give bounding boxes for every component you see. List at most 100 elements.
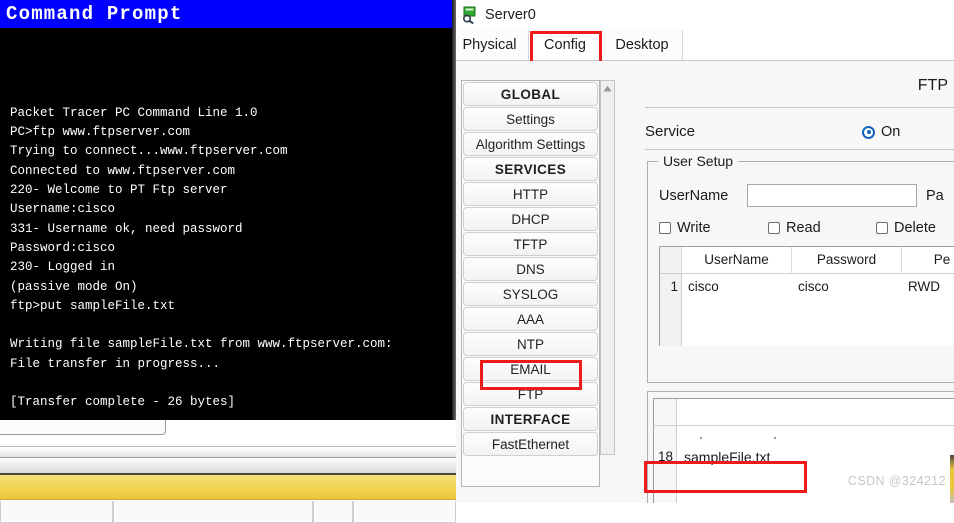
sidebar-item-email[interactable]: EMAIL <box>463 357 598 381</box>
delete-checkbox[interactable] <box>876 222 888 234</box>
command-prompt-output[interactable]: Packet Tracer PC Command Line 1.0 PC>ftp … <box>0 28 456 420</box>
terminal-line: [Transfer complete - 26 bytes] <box>10 395 236 410</box>
packet-tracer-background-chrome <box>0 420 456 523</box>
users-column-permission[interactable]: Pe <box>902 247 954 273</box>
terminal-line: Password:cisco <box>10 240 116 255</box>
file-row-index: 18 <box>654 444 676 469</box>
sidebar-scrollbar[interactable] <box>600 80 615 455</box>
tab-config[interactable]: Config <box>529 30 602 60</box>
users-table-corner <box>660 247 682 273</box>
file-partial-row <box>654 426 954 444</box>
service-label: Service <box>645 123 696 140</box>
tab-desktop-label: Desktop <box>615 37 669 53</box>
sidebar-item-ftp[interactable]: FTP <box>463 382 598 406</box>
sidebar-empty-space <box>463 457 598 485</box>
sidebar-item-ntp[interactable]: NTP <box>463 332 598 356</box>
tab-config-label: Config <box>544 37 586 53</box>
sidebar-item-interface: INTERFACE <box>463 407 598 431</box>
tab-physical[interactable]: Physical <box>456 30 529 60</box>
users-cell-username: cisco <box>688 279 719 294</box>
pt-divider-upper <box>0 446 456 458</box>
sidebar-item-dns[interactable]: DNS <box>463 257 598 281</box>
username-input[interactable] <box>747 184 917 207</box>
sidebar-item-aaa[interactable]: AAA <box>463 307 598 331</box>
terminal-line: File transfer in progress... <box>10 356 221 371</box>
read-checkbox[interactable] <box>768 222 780 234</box>
file-row-name: sampleFile.txt <box>684 448 771 465</box>
pt-bottom-toolbar <box>0 501 456 523</box>
sidebar-item-syslog[interactable]: SYSLOG <box>463 282 598 306</box>
command-prompt-window[interactable]: Command Prompt Packet Tracer PC Command … <box>0 0 456 420</box>
service-on-label: On <box>881 124 901 140</box>
users-cell-password: cisco <box>798 279 829 294</box>
sidebar-item-http[interactable]: HTTP <box>463 182 598 206</box>
pt-yellow-toolbar[interactable] <box>0 475 456 500</box>
server0-titlebar[interactable]: Server0 <box>456 0 954 30</box>
pt-toolbar-cell[interactable] <box>313 501 353 523</box>
sidebar-item-dhcp[interactable]: DHCP <box>463 207 598 231</box>
terminal-line: Connected to www.ftpserver.com <box>10 163 236 178</box>
user-setup-legend: User Setup <box>658 153 739 169</box>
checkbox-read[interactable]: Read <box>768 220 821 236</box>
row-dot <box>774 437 776 439</box>
divider-bottom <box>645 149 954 150</box>
tab-physical-label: Physical <box>462 37 517 53</box>
service-on-radio-group[interactable]: On <box>862 124 900 140</box>
command-prompt-titlebar[interactable]: Command Prompt <box>0 0 456 28</box>
username-label: UserName <box>659 188 729 204</box>
sidebar-item-services: SERVICES <box>463 157 598 181</box>
config-panel: GLOBAL Settings Algorithm Settings SERVICES… <box>456 61 954 503</box>
row-dot <box>700 437 702 439</box>
pt-toolbar-cell[interactable] <box>353 501 456 523</box>
terminal-line: Writing file sampleFile.txt from www.ftp… <box>10 337 393 352</box>
sidebar-item-fastethernet[interactable]: FastEthernet <box>463 432 598 456</box>
tab-desktop[interactable]: Desktop <box>602 30 683 60</box>
pt-divider-lower <box>0 458 456 475</box>
triangle-up-icon <box>603 85 612 91</box>
terminal-line: (passive mode On) <box>10 279 138 294</box>
terminal-line: Username:cisco <box>10 202 116 217</box>
write-checkbox[interactable] <box>659 222 671 234</box>
service-on-radio[interactable] <box>862 125 875 139</box>
users-table[interactable]: UserName Password Pe 1 cisco cisco RWD <box>659 246 954 346</box>
sidebar-item-algorithm-settings[interactable]: Algorithm Settings <box>463 132 598 156</box>
user-setup-group: User Setup UserName Pa Write Read Delete <box>647 153 954 383</box>
users-empty-rowhdr <box>660 300 682 346</box>
table-row[interactable]: 1 cisco cisco RWD <box>660 274 954 300</box>
users-column-password[interactable]: Password <box>792 247 902 273</box>
sidebar-item-tftp[interactable]: TFTP <box>463 232 598 256</box>
window-right-edge-sliver <box>950 455 954 503</box>
users-row-index: 1 <box>660 274 682 300</box>
pt-toolbar-cell[interactable] <box>0 501 113 523</box>
terminal-line: Trying to connect...www.ftpserver.com <box>10 144 288 159</box>
users-table-header: UserName Password Pe <box>660 247 954 274</box>
password-label: Pa <box>926 188 944 204</box>
sidebar-item-global: GLOBAL <box>463 82 598 106</box>
read-label: Read <box>786 220 821 236</box>
users-table-empty-rows <box>660 300 954 346</box>
terminal-line: ftp>put sampleFile.txt <box>10 298 176 313</box>
users-column-username[interactable]: UserName <box>682 247 792 273</box>
watermark: CSDN @324212 <box>847 474 946 488</box>
delete-label: Delete <box>894 220 936 236</box>
command-prompt-title: Command Prompt <box>6 3 183 25</box>
divider-top <box>645 107 954 108</box>
server0-window[interactable]: Server0 Physical Config Desktop GLOBAL Se… <box>456 0 954 503</box>
server-icon <box>462 6 476 24</box>
pt-toolbar-cell[interactable] <box>113 501 313 523</box>
pt-panel-corner <box>0 420 166 435</box>
scroll-up-button[interactable] <box>601 81 614 95</box>
sidebar-item-settings[interactable]: Settings <box>463 107 598 131</box>
checkbox-delete[interactable]: Delete <box>876 220 936 236</box>
users-cell-permission: RWD <box>908 279 940 294</box>
terminal-line: 220- Welcome to PT Ftp server <box>10 183 228 198</box>
terminal-line: PC>ftp www.ftpserver.com <box>10 125 191 140</box>
checkbox-write[interactable]: Write <box>659 220 711 236</box>
users-empty-area <box>682 300 954 346</box>
list-item[interactable]: 18 sampleFile.txt <box>654 444 954 469</box>
server0-title: Server0 <box>485 7 536 23</box>
